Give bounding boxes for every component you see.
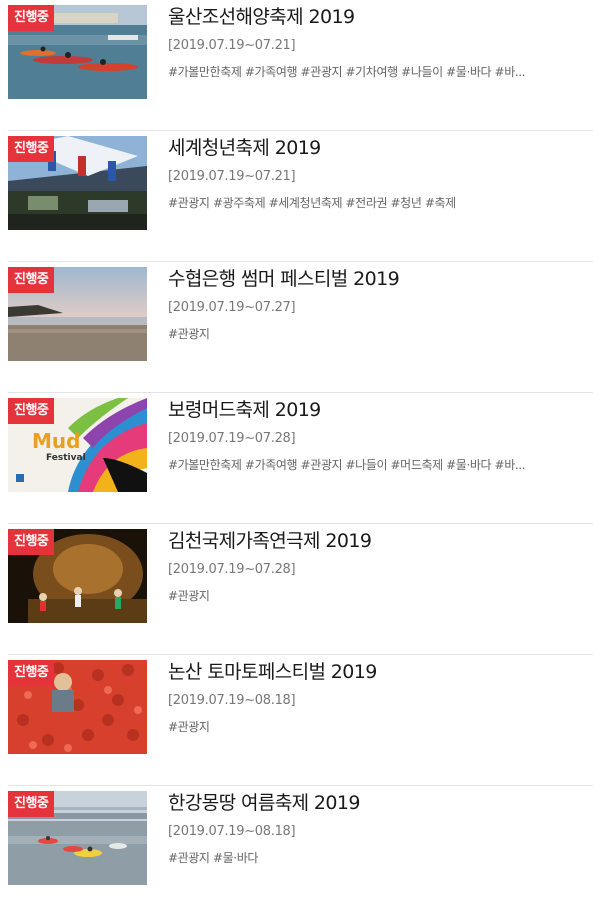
festival-date: [2019.07.19~08.18] — [168, 824, 296, 839]
festival-thumbnail[interactable]: Mud Festival 진행중 — [8, 398, 147, 492]
festival-title[interactable]: 김천국제가족연극제 2019 — [168, 526, 372, 553]
in-progress-badge: 진행중 — [8, 267, 55, 293]
festival-title[interactable]: 수협은행 썸머 페스티벌 2019 — [168, 264, 400, 291]
in-progress-badge: 진행중 — [8, 398, 55, 424]
festival-thumbnail[interactable]: 진행중 — [8, 136, 147, 230]
festival-date: [2019.07.19~07.21] — [168, 169, 296, 184]
festival-tags: #관광지 — [168, 720, 210, 734]
list-item[interactable]: 진행중 논산 토마토페스티벌 2019 [2019.07.19~08.18] #… — [8, 655, 593, 786]
in-progress-badge: 진행중 — [8, 660, 55, 686]
festival-thumbnail[interactable]: 진행중 — [8, 660, 147, 754]
festival-title[interactable]: 보령머드축제 2019 — [168, 395, 321, 422]
in-progress-badge: 진행중 — [8, 791, 55, 817]
festival-date: [2019.07.19~07.27] — [168, 300, 296, 315]
festival-thumbnail[interactable]: 진행중 — [8, 5, 147, 99]
festival-tags: #관광지 — [168, 589, 210, 603]
festival-date: [2019.07.19~07.28] — [168, 562, 296, 577]
festival-thumbnail[interactable]: 진행중 — [8, 791, 147, 885]
festival-thumbnail[interactable]: 진행중 — [8, 267, 147, 361]
festival-tags: #가볼만한축제 #가족여행 #관광지 #기차여행 #나들이 #물·바다 #바..… — [168, 65, 526, 79]
festival-tags: #관광지 — [168, 327, 210, 341]
list-item[interactable]: Mud Festival 진행중 보령머드축제 2019 [2019.07.19… — [8, 393, 593, 524]
list-item[interactable]: 진행중 김천국제가족연극제 2019 [2019.07.19~07.28] #관… — [8, 524, 593, 655]
festival-tags: #가볼만한축제 #가족여행 #관광지 #나들이 #머드축제 #물·바다 #바..… — [168, 458, 526, 472]
in-progress-badge: 진행중 — [8, 136, 55, 162]
in-progress-badge: 진행중 — [8, 529, 55, 555]
list-item[interactable]: 진행중 울산조선해양축제 2019 [2019.07.19~07.21] #가볼… — [8, 0, 593, 131]
festival-date: [2019.07.19~08.18] — [168, 693, 296, 708]
in-progress-badge: 진행중 — [8, 5, 55, 31]
festival-tags: #관광지 #물·바다 — [168, 851, 258, 865]
list-item[interactable]: 진행중 한강몽땅 여름축제 2019 [2019.07.19~08.18] #관… — [8, 786, 593, 917]
festival-date: [2019.07.19~07.28] — [168, 431, 296, 446]
festival-title[interactable]: 한강몽땅 여름축제 2019 — [168, 788, 360, 815]
festival-list: 진행중 울산조선해양축제 2019 [2019.07.19~07.21] #가볼… — [0, 0, 593, 917]
festival-title[interactable]: 논산 토마토페스티벌 2019 — [168, 657, 377, 684]
mud-text: Mud — [32, 429, 80, 453]
festival-thumbnail[interactable]: 진행중 — [8, 529, 147, 623]
list-item[interactable]: 진행중 수협은행 썸머 페스티벌 2019 [2019.07.19~07.27]… — [8, 262, 593, 393]
festival-text: Festival — [46, 453, 86, 463]
list-item[interactable]: 진행중 세계청년축제 2019 [2019.07.19~07.21] #관광지 … — [8, 131, 593, 262]
festival-title[interactable]: 울산조선해양축제 2019 — [168, 2, 355, 29]
festival-tags: #관광지 #광주축제 #세계청년축제 #전라권 #청년 #축제 — [168, 196, 456, 210]
festival-title[interactable]: 세계청년축제 2019 — [168, 133, 321, 160]
festival-date: [2019.07.19~07.21] — [168, 38, 296, 53]
